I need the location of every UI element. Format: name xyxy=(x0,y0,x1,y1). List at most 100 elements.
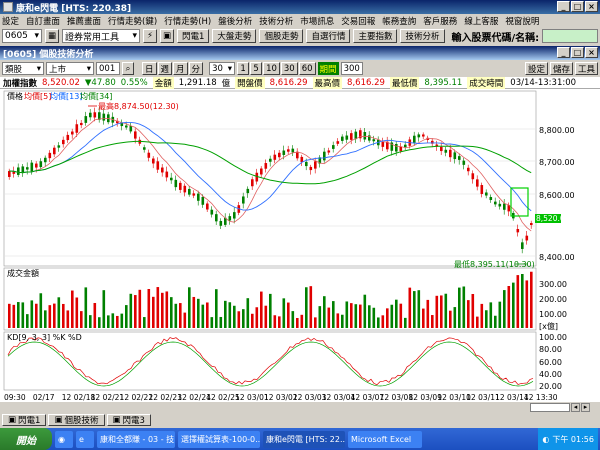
volume-title: 成交金額 xyxy=(7,268,39,278)
candle-body xyxy=(269,158,272,162)
tool-select[interactable]: 證券常用工具 ▾ xyxy=(62,29,140,43)
quicklaunch-ie-icon[interactable]: e xyxy=(76,430,94,448)
sub-maximize-button[interactable]: □ xyxy=(571,47,584,58)
candle-body xyxy=(62,139,65,145)
candle-body xyxy=(399,146,403,152)
count-button-1[interactable]: 5 xyxy=(250,62,263,75)
lightning-icon[interactable]: ⚡ xyxy=(143,29,157,43)
candle-body xyxy=(215,214,218,222)
menu-item-2[interactable]: 推薦畫面 xyxy=(67,15,101,27)
maximize-button[interactable]: □ xyxy=(571,1,584,12)
chart-toolbar: 類股 ▾ 上市 ▾ 001 ⌕ 日週月分 30 ▾ 1 5 10 30 60 期間 300 設… xyxy=(0,60,600,77)
volume-bar xyxy=(242,309,245,328)
candle-body xyxy=(201,196,205,205)
menu-item-10[interactable]: 客戶服務 xyxy=(423,15,457,27)
window-tab-2[interactable]: ▣ 閃電3 xyxy=(106,414,151,426)
start-button[interactable]: 開始 xyxy=(0,428,52,450)
volume-bar xyxy=(300,314,304,328)
menu-item-5[interactable]: 盤後分析 xyxy=(218,15,252,27)
menu-item-3[interactable]: 行情走勢(鍵) xyxy=(108,15,157,27)
search-icon[interactable]: ⌕ xyxy=(122,62,134,75)
volume-axis-label-2: 100.00 xyxy=(539,310,567,319)
stock-input[interactable] xyxy=(542,29,599,43)
volume-bar xyxy=(336,313,340,328)
chart-action-button-0[interactable]: 設定 xyxy=(524,62,548,75)
toolbar-button-4[interactable]: 主要指數 xyxy=(353,29,398,43)
toolbar-button-2[interactable]: 個股走勢 xyxy=(259,29,304,43)
candle-body xyxy=(17,167,20,175)
minute-select[interactable]: 30 ▾ xyxy=(209,62,236,75)
taskbar-item-3[interactable]: Microsoft Excel xyxy=(348,430,422,448)
quicklaunch-icon[interactable]: ◉ xyxy=(55,430,73,448)
code-select[interactable]: 0605 ▾ xyxy=(2,29,42,43)
menu-item-0[interactable]: 設定 xyxy=(2,15,19,27)
kind-select[interactable]: 類股 ▾ xyxy=(2,62,44,75)
menu-item-6[interactable]: 技術分析 xyxy=(259,15,293,27)
volume-bar xyxy=(93,302,97,328)
volume-bar xyxy=(134,295,137,328)
period-button-0[interactable]: 日 xyxy=(142,62,157,75)
grid-icon[interactable]: ▦ xyxy=(45,29,59,43)
days-input[interactable]: 300 xyxy=(340,62,363,75)
period-button-1[interactable]: 週 xyxy=(157,62,173,75)
scroll-right-icon[interactable]: ▸ xyxy=(581,403,590,412)
period-button-2[interactable]: 月 xyxy=(173,62,188,75)
taskbar-item-0[interactable]: 康和全都賺 - 03 - 技... xyxy=(97,430,175,448)
candle-body xyxy=(251,179,254,187)
toolbar-button-1[interactable]: 大盤走勢 xyxy=(212,29,257,43)
taskbar-item-1[interactable]: 選擇權試算表-100-0... xyxy=(178,430,260,448)
toolbar-button-5[interactable]: 技術分析 xyxy=(400,29,445,43)
window-tab-0[interactable]: ▣ 閃電1 xyxy=(2,414,47,426)
volume-bar xyxy=(377,317,380,328)
menu-item-12[interactable]: 視窗說明 xyxy=(505,15,539,27)
candle-body xyxy=(341,136,344,141)
volume-bar xyxy=(278,316,281,328)
count-button-2[interactable]: 10 xyxy=(263,62,280,75)
taskbar-item-2[interactable]: 康和e閃電 [HTS: 22... xyxy=(263,430,345,448)
volume-bar xyxy=(192,296,196,328)
menu-item-7[interactable]: 市場訊息 xyxy=(300,15,334,27)
kd-axis-label-2: 60.00 xyxy=(539,358,562,367)
chevron-down-icon: ▾ xyxy=(227,63,233,74)
minimize-button[interactable]: _ xyxy=(557,1,570,12)
sub-close-button[interactable]: × xyxy=(585,47,598,58)
stock-input-label: 輸入股票代碼/名稱: xyxy=(451,32,540,44)
window-tab-1[interactable]: ▣ 個股技術 xyxy=(48,414,105,426)
candle-body xyxy=(300,156,304,163)
subwindow-controls: _ □ × xyxy=(557,47,598,58)
chart-scrollbar[interactable] xyxy=(530,403,570,412)
close-button[interactable]: × xyxy=(585,1,598,12)
volume-axis-label-3: [x億] xyxy=(539,321,558,331)
menu-item-8[interactable]: 交易回報 xyxy=(341,15,375,27)
scroll-left-icon[interactable]: ◂ xyxy=(571,403,580,412)
volume-bar xyxy=(269,293,272,328)
price-axis-label-0: 8,800.00 xyxy=(539,126,575,135)
x-axis-label: 09:30 xyxy=(4,393,26,402)
period-button-3[interactable]: 分 xyxy=(188,62,204,75)
index-select[interactable]: 001 xyxy=(96,62,120,75)
chart-action-button-2[interactable]: 工具 xyxy=(574,62,598,75)
market-select[interactable]: 上市 ▾ xyxy=(46,62,94,75)
volume-bar xyxy=(341,314,344,328)
candle-body xyxy=(327,150,331,153)
volume-bar xyxy=(260,291,263,328)
chart-area[interactable]: 價格 均價[5] 均價[13] 均價[34] 最高8,874.50(12.30)… xyxy=(0,89,600,392)
count-button-3[interactable]: 30 xyxy=(280,62,298,75)
count-button-4[interactable]: 60 xyxy=(298,62,316,75)
count-button-0[interactable]: 1 xyxy=(237,62,250,75)
candle-body xyxy=(210,209,214,215)
window-icon[interactable]: ▣ xyxy=(160,29,174,43)
volume-bar xyxy=(156,287,160,328)
menu-item-9[interactable]: 帳務查詢 xyxy=(382,15,416,27)
chart-action-button-1[interactable]: 儲存 xyxy=(549,62,573,75)
toolbar-button-0[interactable]: 閃電1 xyxy=(177,29,210,43)
volume-bar xyxy=(62,303,65,328)
volume-bar xyxy=(296,317,299,328)
menu-item-1[interactable]: 自訂畫面 xyxy=(26,15,60,27)
toolbar-button-3[interactable]: 自選行情 xyxy=(306,29,351,43)
candle-body xyxy=(35,163,38,168)
menu-item-11[interactable]: 線上客服 xyxy=(464,15,498,27)
menu-item-4[interactable]: 行情走勢(H) xyxy=(164,15,211,27)
sub-minimize-button[interactable]: _ xyxy=(557,47,570,58)
volume-bar xyxy=(291,311,295,328)
